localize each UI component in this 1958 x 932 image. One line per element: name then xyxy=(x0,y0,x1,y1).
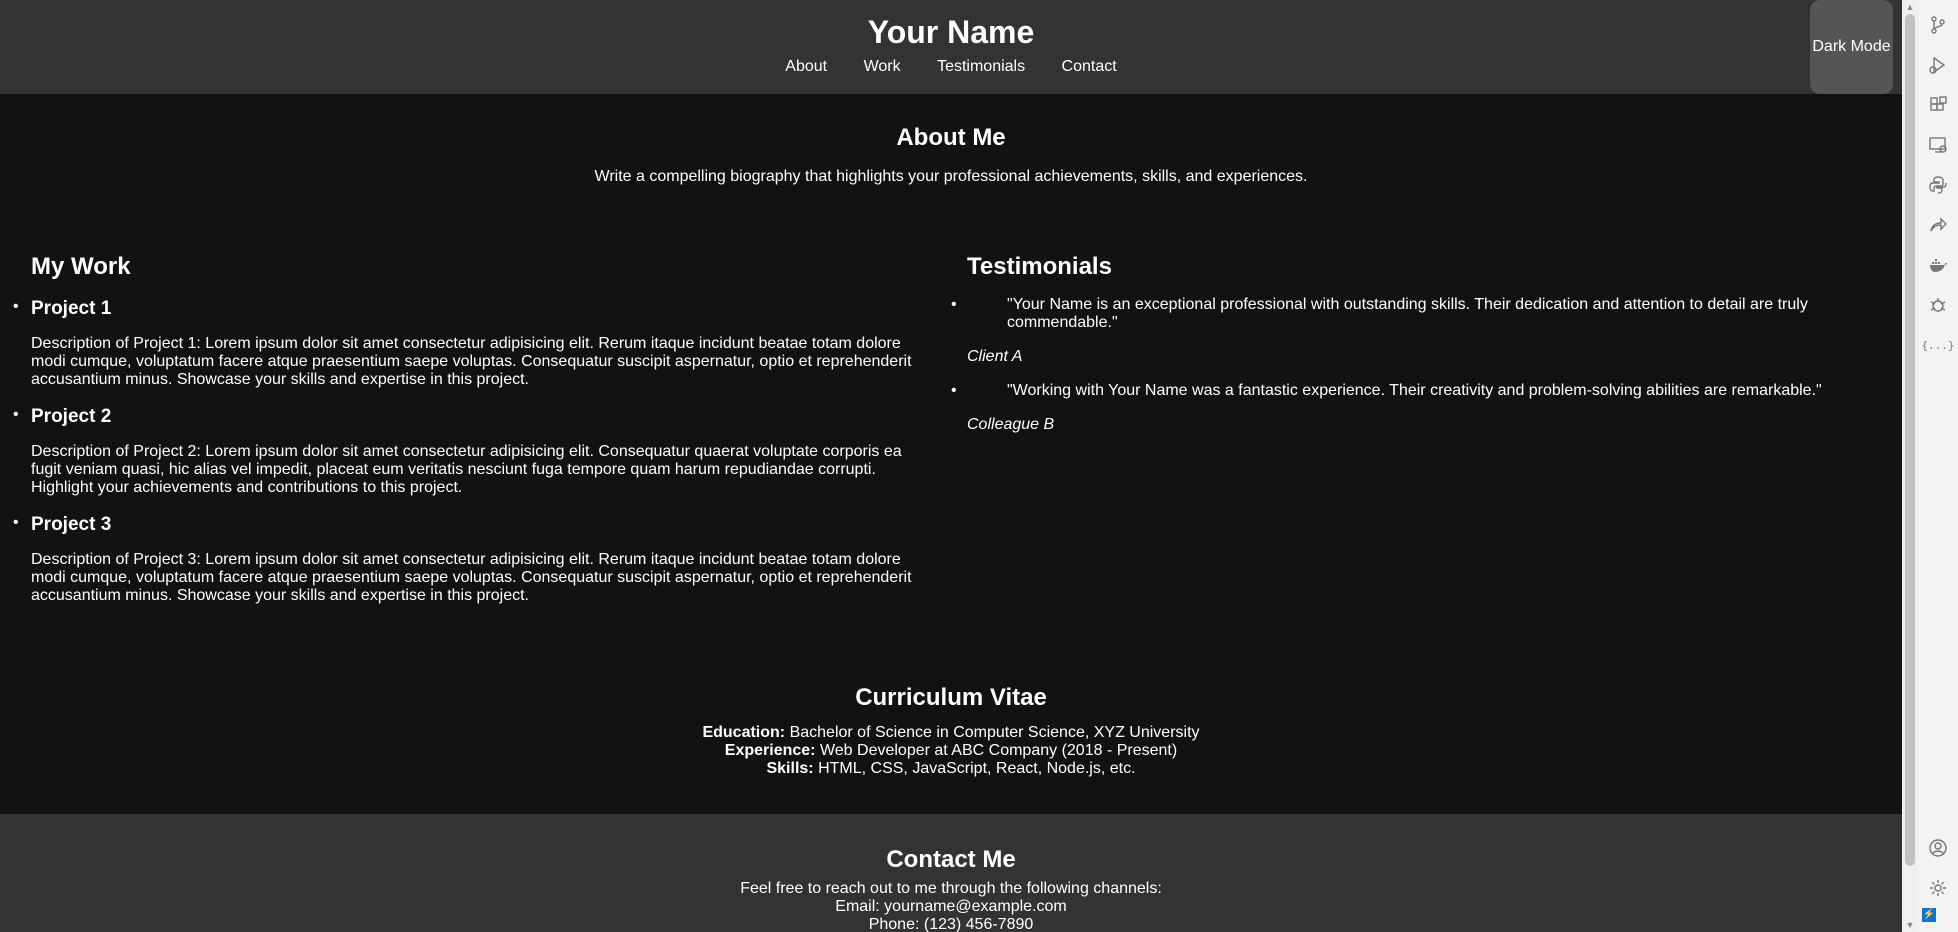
json-icon[interactable]: {...} xyxy=(1921,333,1954,357)
source-control-icon[interactable] xyxy=(1926,13,1950,37)
testimonials-heading: Testimonials xyxy=(967,253,1112,280)
main-nav: About Work Testimonials Contact xyxy=(0,58,1902,76)
scroll-down-icon[interactable]: ▼ xyxy=(1902,918,1918,932)
scroll-up-icon[interactable]: ▲ xyxy=(1902,0,1918,14)
cv-details: Education: Bachelor of Science in Comput… xyxy=(0,724,1902,778)
about-heading: About Me xyxy=(896,124,1006,151)
work-heading: My Work xyxy=(31,253,131,280)
account-icon[interactable] xyxy=(1926,836,1950,860)
testimonials-section: Testimonials "Your Name is an exceptiona… xyxy=(951,253,1847,434)
testimonial-author: Colleague B xyxy=(967,416,1055,433)
list-item: Project 2 Description of Project 2: Lore… xyxy=(13,405,916,497)
scroll-thumb[interactable] xyxy=(1905,14,1915,866)
remote-explorer-icon[interactable] xyxy=(1926,133,1950,157)
activity-bar: {...} xyxy=(1918,0,1958,932)
testimonial-list: "Your Name is an exceptional professiona… xyxy=(951,296,1847,332)
nav-link-contact[interactable]: Contact xyxy=(1062,58,1117,75)
run-debug-icon[interactable] xyxy=(1926,53,1950,77)
python-icon[interactable] xyxy=(1926,173,1950,197)
project-description: Description of Project 3: Lorem ipsum do… xyxy=(31,551,912,604)
portfolio-page: Your Name About Work Testimonials Contac… xyxy=(0,0,1902,932)
project-title: Project 3 xyxy=(31,514,112,535)
extensions-icon[interactable] xyxy=(1926,93,1950,117)
cv-row-experience: Experience: Web Developer at ABC Company… xyxy=(724,742,1178,759)
testimonial-author: Client A xyxy=(967,348,1023,365)
nav-link-work[interactable]: Work xyxy=(864,58,901,75)
project-description: Description of Project 1: Lorem ipsum do… xyxy=(31,335,912,388)
project-description: Description of Project 2: Lorem ipsum do… xyxy=(31,443,902,496)
testimonial-list: "Working with Your Name was a fantastic … xyxy=(951,382,1847,400)
settings-icon[interactable] xyxy=(1926,876,1950,900)
testimonial-quote: "Working with Your Name was a fantastic … xyxy=(951,382,1847,400)
page-scrollbar[interactable]: ▲ ▼ xyxy=(1902,0,1918,932)
docker-icon[interactable] xyxy=(1926,253,1950,277)
site-title: Your Name xyxy=(867,14,1035,50)
contact-email: Email: yourname@example.com xyxy=(835,898,1067,915)
project-title: Project 1 xyxy=(31,298,112,319)
project-title: Project 2 xyxy=(31,406,112,427)
site-header: Your Name About Work Testimonials Contac… xyxy=(0,0,1902,94)
cv-row-skills: Skills: HTML, CSS, JavaScript, React, No… xyxy=(766,760,1136,777)
project-list: Project 1 Description of Project 1: Lore… xyxy=(13,297,916,605)
remote-status-icon[interactable]: ⚡ xyxy=(1922,908,1936,922)
testing-icon[interactable] xyxy=(1926,293,1950,317)
testimonial-quote: "Your Name is an exceptional professiona… xyxy=(951,296,1847,332)
contact-heading: Contact Me xyxy=(886,846,1016,873)
cv-section: Curriculum Vitae Education: Bachelor of … xyxy=(0,684,1902,778)
nav-link-about[interactable]: About xyxy=(785,58,827,75)
cv-heading: Curriculum Vitae xyxy=(855,684,1047,711)
about-section: About Me Write a compelling biography th… xyxy=(0,124,1902,186)
contact-intro: Feel free to reach out to me through the… xyxy=(740,880,1162,897)
nav-link-testimonials[interactable]: Testimonials xyxy=(937,58,1025,75)
list-item: Project 1 Description of Project 1: Lore… xyxy=(13,297,916,389)
about-text: Write a compelling biography that highli… xyxy=(594,168,1308,185)
dark-mode-button[interactable]: Dark Mode xyxy=(1810,0,1893,94)
list-item: Project 3 Description of Project 3: Lore… xyxy=(13,513,916,605)
live-share-icon[interactable] xyxy=(1926,213,1950,237)
cv-row-education: Education: Bachelor of Science in Comput… xyxy=(702,724,1200,741)
contact-section: Contact Me Feel free to reach out to me … xyxy=(0,814,1902,932)
work-section: My Work Project 1 Description of Project… xyxy=(13,253,916,605)
contact-phone: Phone: (123) 456-7890 xyxy=(868,916,1034,932)
